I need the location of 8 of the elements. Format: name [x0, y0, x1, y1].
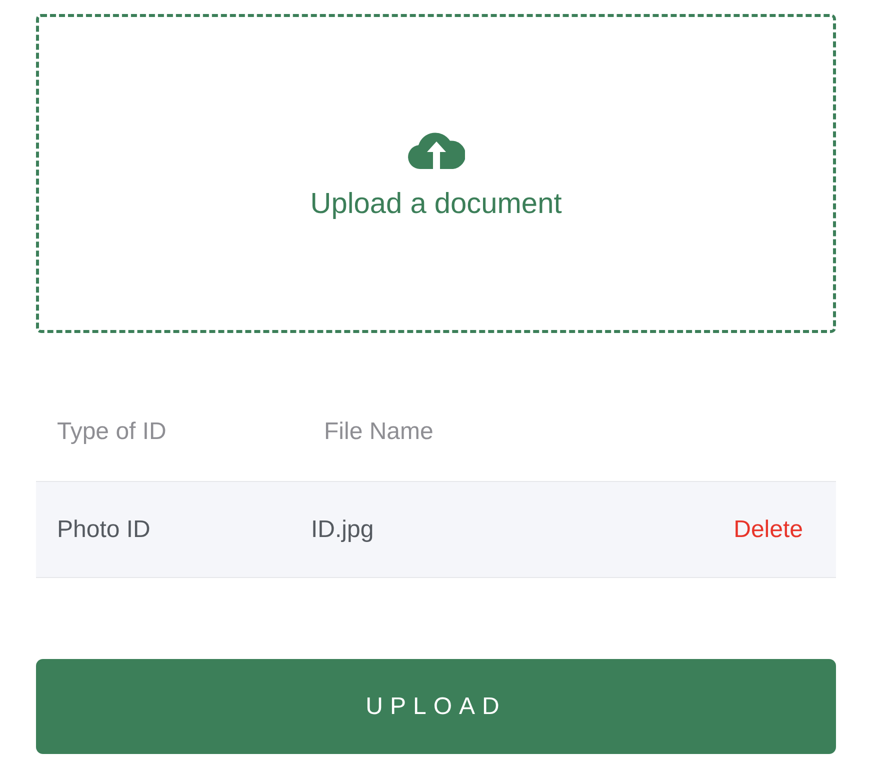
column-header: File Name: [324, 418, 434, 446]
column-header: Type of ID: [57, 418, 166, 446]
delete-link[interactable]: Delete: [734, 516, 803, 544]
upload-prompt: Upload a document: [310, 186, 562, 220]
upload-button[interactable]: UPLOAD: [36, 659, 836, 754]
table-cell: Photo ID: [57, 516, 150, 544]
upload-drop-zone[interactable]: Upload a document: [36, 14, 836, 333]
table-cell: ID.jpg: [311, 516, 374, 544]
